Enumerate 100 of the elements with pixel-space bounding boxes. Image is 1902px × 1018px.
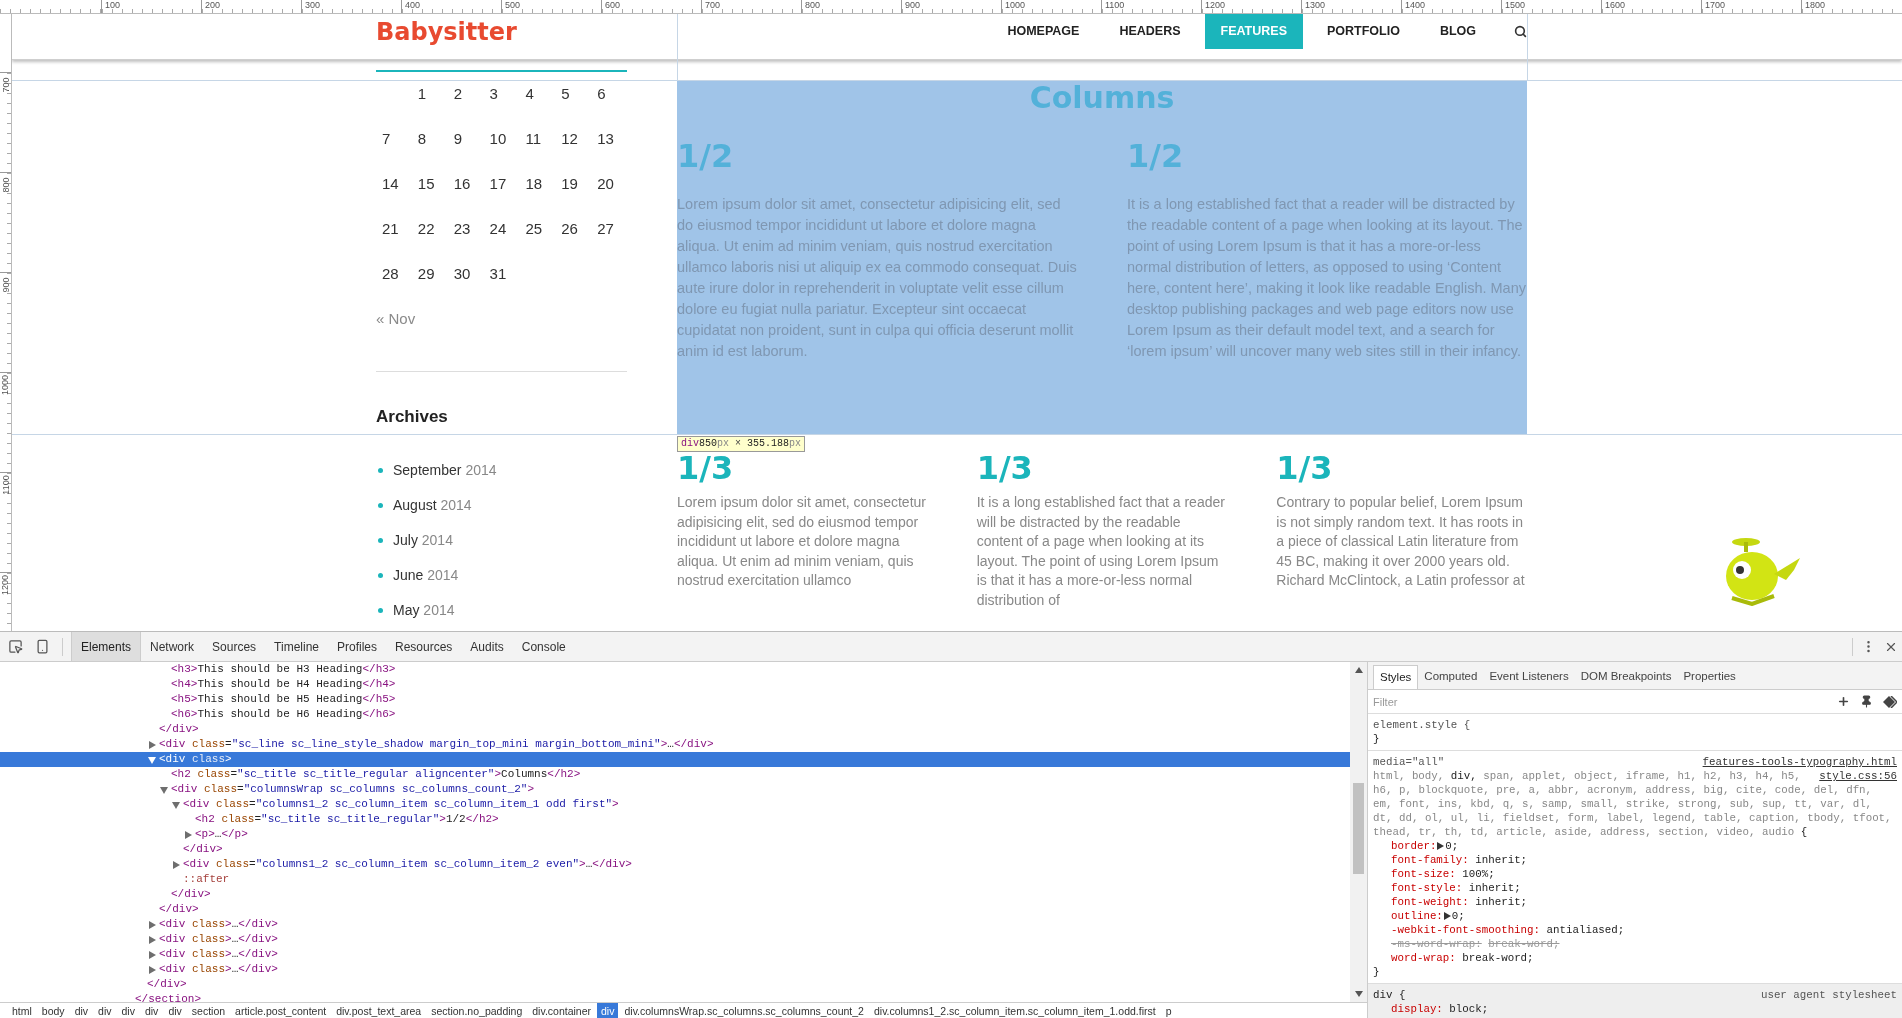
calendar-day[interactable]: 21 bbox=[382, 218, 399, 241]
calendar-day[interactable]: 12 bbox=[561, 128, 578, 151]
styles-tab[interactable]: Properties bbox=[1677, 665, 1742, 689]
filter-field[interactable]: Filter bbox=[1373, 691, 1837, 712]
breadcrumb-item[interactable]: article.post_content bbox=[231, 1003, 331, 1018]
tree-row[interactable]: <h4>This should be H4 Heading</h4> bbox=[0, 677, 1350, 692]
breadcrumb-item[interactable]: div.post_text_area bbox=[332, 1003, 426, 1018]
calendar-day[interactable]: 1 bbox=[417, 83, 427, 106]
add-icon[interactable] bbox=[1837, 695, 1850, 708]
calendar-day[interactable]: 29 bbox=[417, 263, 435, 286]
breadcrumb-item[interactable]: section bbox=[187, 1003, 230, 1018]
pin-icon[interactable] bbox=[1860, 695, 1873, 708]
calendar-day[interactable]: 23 bbox=[453, 218, 471, 241]
calendar-day[interactable]: 10 bbox=[489, 128, 507, 151]
tree-row[interactable]: </div> bbox=[0, 977, 1350, 992]
breadcrumb-item[interactable]: div bbox=[164, 1003, 186, 1018]
breadcrumb-item[interactable]: div.columns1_2.sc_column_item.sc_column_item_1.odd.first bbox=[869, 1003, 1160, 1018]
calendar-day[interactable]: 14 bbox=[382, 173, 399, 196]
property-name[interactable]: font-weight: bbox=[1391, 895, 1469, 909]
calendar-day[interactable]: 19 bbox=[561, 173, 578, 196]
scroll-down-icon[interactable] bbox=[1354, 991, 1363, 997]
tree-row[interactable]: </div> bbox=[0, 887, 1350, 902]
disclosure-triangle-icon[interactable] bbox=[148, 935, 156, 944]
calendar-day[interactable]: 18 bbox=[525, 173, 543, 196]
calendar-day[interactable]: 13 bbox=[597, 128, 614, 151]
calendar-day[interactable]: 15 bbox=[417, 173, 435, 196]
property-name[interactable]: font-family: bbox=[1391, 853, 1469, 867]
calendar-day[interactable]: 22 bbox=[417, 218, 435, 241]
calendar-day[interactable]: 30 bbox=[453, 263, 471, 286]
calendar-day[interactable]: 26 bbox=[561, 218, 578, 241]
nav-link[interactable]: HOMEPAGE bbox=[991, 14, 1096, 49]
property-name[interactable]: display: bbox=[1391, 1002, 1443, 1016]
disclosure-triangle-icon[interactable] bbox=[184, 830, 192, 839]
search-icon[interactable] bbox=[1514, 25, 1527, 38]
tree-row[interactable]: </div> bbox=[0, 842, 1350, 857]
styles-tab[interactable]: Styles bbox=[1373, 665, 1419, 689]
archive-link[interactable]: July 2014 bbox=[393, 530, 453, 551]
diamond-icon[interactable] bbox=[1883, 695, 1897, 708]
breadcrumb-item[interactable]: div bbox=[140, 1003, 163, 1018]
property-name[interactable]: word-wrap: bbox=[1391, 951, 1456, 965]
property-name[interactable]: font-size: bbox=[1391, 867, 1456, 881]
devtools-tab[interactable]: Elements bbox=[71, 632, 142, 661]
tree-row[interactable]: <h3>This should be H3 Heading</h3> bbox=[0, 662, 1350, 677]
property-name[interactable]: -webkit-font-smoothing: bbox=[1391, 923, 1541, 937]
breadcrumb-item[interactable]: div.container bbox=[528, 1003, 596, 1018]
breadcrumb-item[interactable]: div bbox=[94, 1003, 116, 1018]
styles-tab[interactable]: Computed bbox=[1418, 665, 1484, 689]
devtools-tab[interactable]: Audits bbox=[461, 632, 513, 661]
devtools-tab[interactable]: Profiles bbox=[328, 632, 386, 661]
scrollbar-thumb[interactable] bbox=[1353, 783, 1364, 874]
calendar-day[interactable]: 27 bbox=[597, 218, 614, 241]
breadcrumb-item[interactable]: html bbox=[8, 1003, 36, 1018]
property-name[interactable]: border: bbox=[1391, 839, 1437, 853]
archive-link[interactable]: September 2014 bbox=[393, 460, 497, 481]
expand-triangle-icon[interactable] bbox=[1437, 842, 1445, 850]
property-value[interactable]: 100%; bbox=[1462, 867, 1495, 881]
tree-row[interactable]: </section> bbox=[0, 992, 1350, 1002]
tree-row[interactable]: <h5>This should be H5 Heading</h5> bbox=[0, 692, 1350, 707]
disclosure-triangle-icon[interactable] bbox=[148, 920, 156, 929]
breadcrumb-item[interactable]: div.columnsWrap.sc_columns.sc_columns_count_2 bbox=[620, 1003, 868, 1018]
calendar-day[interactable]: 2 bbox=[453, 83, 463, 106]
breadcrumb-item[interactable]: div bbox=[597, 1003, 619, 1018]
tree-row[interactable]: <div class> bbox=[0, 752, 1350, 767]
inspect-icon[interactable] bbox=[8, 639, 23, 654]
breadcrumb-item[interactable]: p bbox=[1161, 1003, 1176, 1018]
disclosure-triangle-icon[interactable] bbox=[148, 740, 156, 749]
calendar-day[interactable]: 16 bbox=[453, 173, 471, 196]
devtools-tab[interactable]: Console bbox=[512, 632, 575, 661]
calendar-day[interactable]: 4 bbox=[525, 83, 534, 106]
calendar-day[interactable]: 9 bbox=[453, 128, 463, 151]
calendar-day[interactable]: 5 bbox=[561, 83, 570, 106]
source-link[interactable]: style.css:56 bbox=[1819, 769, 1897, 783]
archive-link[interactable]: August 2014 bbox=[393, 495, 472, 516]
disclosure-triangle-icon[interactable] bbox=[148, 965, 156, 974]
breadcrumb-item[interactable]: div bbox=[70, 1003, 93, 1018]
calendar-day[interactable]: 24 bbox=[489, 218, 507, 241]
nav-link[interactable]: BLOG bbox=[1423, 14, 1492, 49]
calendar-day[interactable]: 8 bbox=[417, 128, 427, 151]
calendar-day[interactable]: 6 bbox=[597, 83, 606, 106]
archive-link[interactable]: June 2014 bbox=[393, 565, 459, 586]
property-value[interactable]: inherit; bbox=[1475, 895, 1528, 909]
tree-row[interactable]: ::after bbox=[0, 872, 1350, 887]
disclosure-triangle-icon[interactable] bbox=[148, 755, 156, 764]
calendar-day[interactable]: 20 bbox=[597, 173, 614, 196]
source-link[interactable]: features-tools-typography.html bbox=[1702, 755, 1897, 769]
calendar-day[interactable]: 31 bbox=[489, 263, 507, 286]
tree-row[interactable]: </div> bbox=[0, 902, 1350, 917]
nav-link[interactable]: PORTFOLIO bbox=[1310, 14, 1416, 49]
tree-row[interactable]: <h2 class="sc_title sc_title_regular aligncenter">Columns</h2> bbox=[0, 767, 1350, 782]
property-value[interactable]: break-word; bbox=[1462, 951, 1534, 965]
tree-row[interactable]: <h2 class="sc_title sc_title_regular">1/2</h2> bbox=[0, 812, 1350, 827]
tree-row[interactable]: <h6>This should be H6 Heading</h6> bbox=[0, 707, 1350, 722]
calendar-day[interactable]: 7 bbox=[382, 128, 391, 151]
property-name[interactable]: outline: bbox=[1391, 909, 1443, 923]
tree-row[interactable]: <div class="columns1_2 sc_column_item sc_column_item_1 odd first"> bbox=[0, 797, 1350, 812]
tree-row[interactable]: <div class>…</div> bbox=[0, 917, 1350, 932]
disclosure-triangle-icon[interactable] bbox=[172, 800, 180, 809]
devtools-tab[interactable]: Network bbox=[141, 632, 204, 661]
calendar-day[interactable]: 11 bbox=[525, 128, 541, 151]
devtools-tab[interactable]: Resources bbox=[386, 632, 462, 661]
